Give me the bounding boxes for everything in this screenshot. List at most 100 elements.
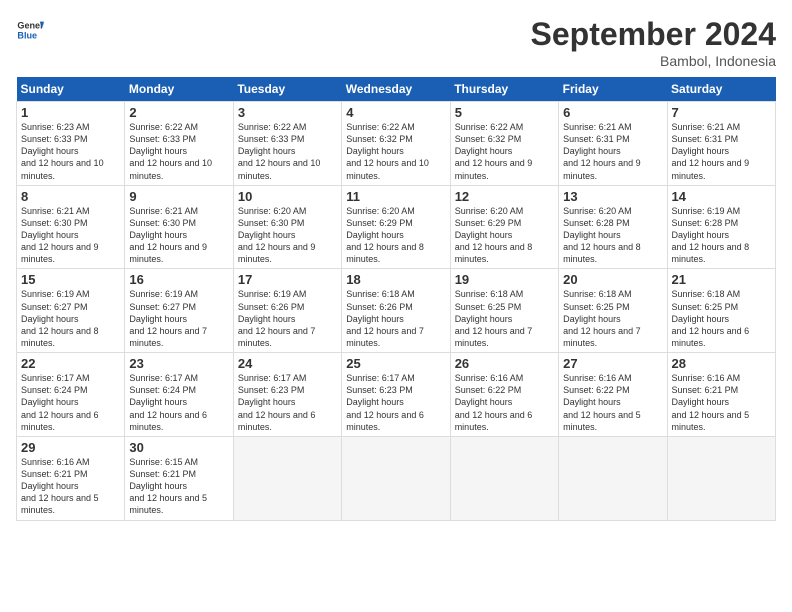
day-number: 17 [238,272,337,287]
day-info: Sunrise: 6:17 AMSunset: 6:23 PMDaylight … [346,372,445,433]
day-number: 21 [672,272,771,287]
day-number: 16 [129,272,228,287]
day-info: Sunrise: 6:16 AMSunset: 6:22 PMDaylight … [563,372,662,433]
day-number: 7 [672,105,771,120]
day-number: 5 [455,105,554,120]
day-info: Sunrise: 6:18 AMSunset: 6:25 PMDaylight … [455,288,554,349]
day-number: 15 [21,272,120,287]
header: General Blue September 2024 Bambol, Indo… [16,16,776,69]
day-number: 24 [238,356,337,371]
table-row: 7Sunrise: 6:21 AMSunset: 6:31 PMDaylight… [667,102,775,186]
day-info: Sunrise: 6:18 AMSunset: 6:25 PMDaylight … [563,288,662,349]
calendar-week-row: 15 Sunrise: 6:19 AMSunset: 6:27 PMDayligh… [17,269,776,353]
day-number: 19 [455,272,554,287]
day-info: Sunrise: 6:22 AMSunset: 6:33 PMDaylight … [238,121,337,182]
table-row: 20Sunrise: 6:18 AMSunset: 6:25 PMDayligh… [559,269,667,353]
table-row: 25Sunrise: 6:17 AMSunset: 6:23 PMDayligh… [342,353,450,437]
day-number: 3 [238,105,337,120]
table-row [559,436,667,520]
col-header-wednesday: Wednesday [342,77,450,102]
day-info: Sunrise: 6:20 AMSunset: 6:28 PMDaylight … [563,205,662,266]
day-number: 4 [346,105,445,120]
day-info: Sunrise: 6:19 AMSunset: 6:26 PMDaylight … [238,288,337,349]
day-number: 1 [21,105,120,120]
day-number: 20 [563,272,662,287]
table-row [450,436,558,520]
day-number: 18 [346,272,445,287]
table-row: 19Sunrise: 6:18 AMSunset: 6:25 PMDayligh… [450,269,558,353]
col-header-saturday: Saturday [667,77,775,102]
day-number: 30 [129,440,228,455]
table-row: 5Sunrise: 6:22 AMSunset: 6:32 PMDaylight… [450,102,558,186]
day-number: 29 [21,440,120,455]
table-row: 10Sunrise: 6:20 AMSunset: 6:30 PMDayligh… [233,185,341,269]
title-area: September 2024 Bambol, Indonesia [531,16,776,69]
svg-text:Blue: Blue [17,30,37,40]
day-info: Sunrise: 6:23 AMSunset: 6:33 PMDaylight … [21,121,120,182]
day-info: Sunrise: 6:22 AMSunset: 6:33 PMDaylight … [129,121,228,182]
day-info: Sunrise: 6:18 AMSunset: 6:25 PMDaylight … [672,288,771,349]
day-number: 13 [563,189,662,204]
table-row: 9Sunrise: 6:21 AMSunset: 6:30 PMDaylight… [125,185,233,269]
table-row: 16Sunrise: 6:19 AMSunset: 6:27 PMDayligh… [125,269,233,353]
table-row: 26Sunrise: 6:16 AMSunset: 6:22 PMDayligh… [450,353,558,437]
day-info: Sunrise: 6:21 AMSunset: 6:31 PMDaylight … [563,121,662,182]
day-number: 22 [21,356,120,371]
table-row: 28Sunrise: 6:16 AMSunset: 6:21 PMDayligh… [667,353,775,437]
table-row: 17Sunrise: 6:19 AMSunset: 6:26 PMDayligh… [233,269,341,353]
table-row: 23Sunrise: 6:17 AMSunset: 6:24 PMDayligh… [125,353,233,437]
table-row: 1Sunrise: 6:23 AMSunset: 6:33 PMDaylight… [17,102,125,186]
table-row: 13Sunrise: 6:20 AMSunset: 6:28 PMDayligh… [559,185,667,269]
table-row: 6Sunrise: 6:21 AMSunset: 6:31 PMDaylight… [559,102,667,186]
day-number: 2 [129,105,228,120]
day-info: Sunrise: 6:20 AMSunset: 6:29 PMDaylight … [455,205,554,266]
day-info: Sunrise: 6:17 AMSunset: 6:23 PMDaylight … [238,372,337,433]
table-row [233,436,341,520]
location: Bambol, Indonesia [531,53,776,69]
table-row: 8Sunrise: 6:21 AMSunset: 6:30 PMDaylight… [17,185,125,269]
day-number: 6 [563,105,662,120]
day-number: 28 [672,356,771,371]
day-number: 25 [346,356,445,371]
table-row: 4Sunrise: 6:22 AMSunset: 6:32 PMDaylight… [342,102,450,186]
table-row: 24Sunrise: 6:17 AMSunset: 6:23 PMDayligh… [233,353,341,437]
table-row: 29Sunrise: 6:16 AMSunset: 6:21 PMDayligh… [17,436,125,520]
calendar-week-row: 8Sunrise: 6:21 AMSunset: 6:30 PMDaylight… [17,185,776,269]
col-header-tuesday: Tuesday [233,77,341,102]
calendar-week-row: 29Sunrise: 6:16 AMSunset: 6:21 PMDayligh… [17,436,776,520]
day-info: Sunrise: 6:19 AMSunset: 6:27 PMDaylight … [129,288,228,349]
calendar-table: SundayMondayTuesdayWednesdayThursdayFrid… [16,77,776,521]
calendar-week-row: 1Sunrise: 6:23 AMSunset: 6:33 PMDaylight… [17,102,776,186]
calendar-week-row: 22Sunrise: 6:17 AMSunset: 6:24 PMDayligh… [17,353,776,437]
logo-icon: General Blue [16,16,44,44]
table-row [667,436,775,520]
day-info: Sunrise: 6:16 AMSunset: 6:22 PMDaylight … [455,372,554,433]
day-info: Sunrise: 6:20 AMSunset: 6:29 PMDaylight … [346,205,445,266]
day-info: Sunrise: 6:21 AMSunset: 6:30 PMDaylight … [21,205,120,266]
table-row: 14Sunrise: 6:19 AMSunset: 6:28 PMDayligh… [667,185,775,269]
day-info: Sunrise: 6:20 AMSunset: 6:30 PMDaylight … [238,205,337,266]
table-row: 3Sunrise: 6:22 AMSunset: 6:33 PMDaylight… [233,102,341,186]
table-row: 27Sunrise: 6:16 AMSunset: 6:22 PMDayligh… [559,353,667,437]
table-row: 11Sunrise: 6:20 AMSunset: 6:29 PMDayligh… [342,185,450,269]
col-header-monday: Monday [125,77,233,102]
day-number: 23 [129,356,228,371]
day-info: Sunrise: 6:21 AMSunset: 6:31 PMDaylight … [672,121,771,182]
day-number: 11 [346,189,445,204]
day-number: 26 [455,356,554,371]
day-number: 12 [455,189,554,204]
day-info: Sunrise: 6:17 AMSunset: 6:24 PMDaylight … [129,372,228,433]
col-header-sunday: Sunday [17,77,125,102]
day-number: 14 [672,189,771,204]
table-row: 30Sunrise: 6:15 AMSunset: 6:21 PMDayligh… [125,436,233,520]
calendar-header-row: SundayMondayTuesdayWednesdayThursdayFrid… [17,77,776,102]
table-row: 18Sunrise: 6:18 AMSunset: 6:26 PMDayligh… [342,269,450,353]
day-info: Sunrise: 6:21 AMSunset: 6:30 PMDaylight … [129,205,228,266]
table-row: 21Sunrise: 6:18 AMSunset: 6:25 PMDayligh… [667,269,775,353]
table-row [342,436,450,520]
page-container: General Blue September 2024 Bambol, Indo… [0,0,792,529]
table-row: 2Sunrise: 6:22 AMSunset: 6:33 PMDaylight… [125,102,233,186]
logo: General Blue [16,16,44,44]
day-info: Sunrise: 6:17 AMSunset: 6:24 PMDaylight … [21,372,120,433]
day-info: Sunrise: 6:16 AMSunset: 6:21 PMDaylight … [672,372,771,433]
